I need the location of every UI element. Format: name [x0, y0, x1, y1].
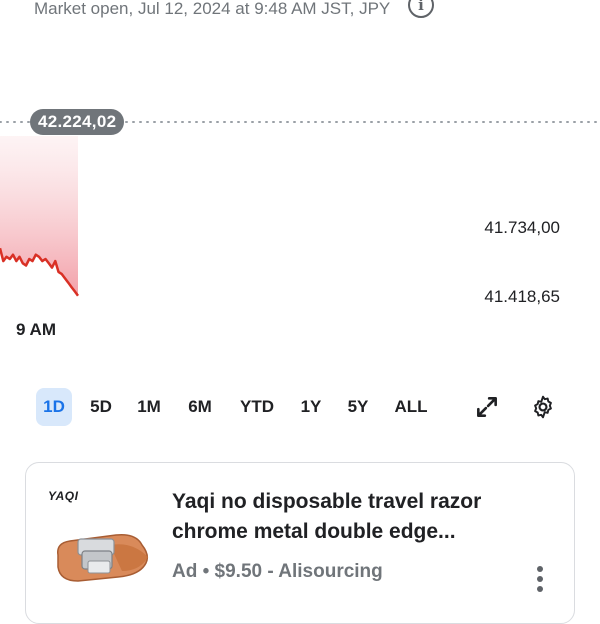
range-5y-button[interactable]: 5Y: [342, 388, 374, 426]
range-all-button[interactable]: ALL: [390, 388, 432, 426]
x-axis-label: 9 AM: [16, 320, 56, 339]
market-status: Market open, Jul 12, 2024 at 9:48 AM JST…: [34, 0, 390, 24]
range-1y-button[interactable]: 1Y: [296, 388, 326, 426]
range-selector: 1D 5D 1M 6M YTD 1Y 5Y ALL: [36, 388, 566, 428]
ad-title[interactable]: Yaqi no disposable travel razor chrome m…: [172, 487, 532, 547]
brand-logo: YAQI: [48, 489, 79, 503]
range-ytd-button[interactable]: YTD: [234, 388, 280, 426]
expand-icon[interactable]: [474, 394, 500, 420]
y-axis-label-upper: 41.734,00: [484, 218, 560, 237]
price-area: [0, 136, 78, 296]
product-image: [57, 533, 149, 582]
gear-icon[interactable]: [530, 394, 556, 420]
previous-close-badge: 42.224,02: [30, 109, 125, 135]
y-axis-label-lower: 41.418,65: [484, 287, 560, 306]
info-icon[interactable]: i: [408, 0, 434, 18]
ad-meta: Ad • $9.50 - Alisourcing: [172, 561, 383, 582]
more-vert-icon[interactable]: [532, 561, 548, 601]
range-5d-button[interactable]: 5D: [84, 388, 118, 426]
range-6m-button[interactable]: 6M: [182, 388, 218, 426]
range-1m-button[interactable]: 1M: [132, 388, 166, 426]
range-1d-button[interactable]: 1D: [36, 388, 72, 426]
market-status-text: Market open, Jul 12, 2024 at 9:48 AM JST…: [34, 0, 391, 18]
